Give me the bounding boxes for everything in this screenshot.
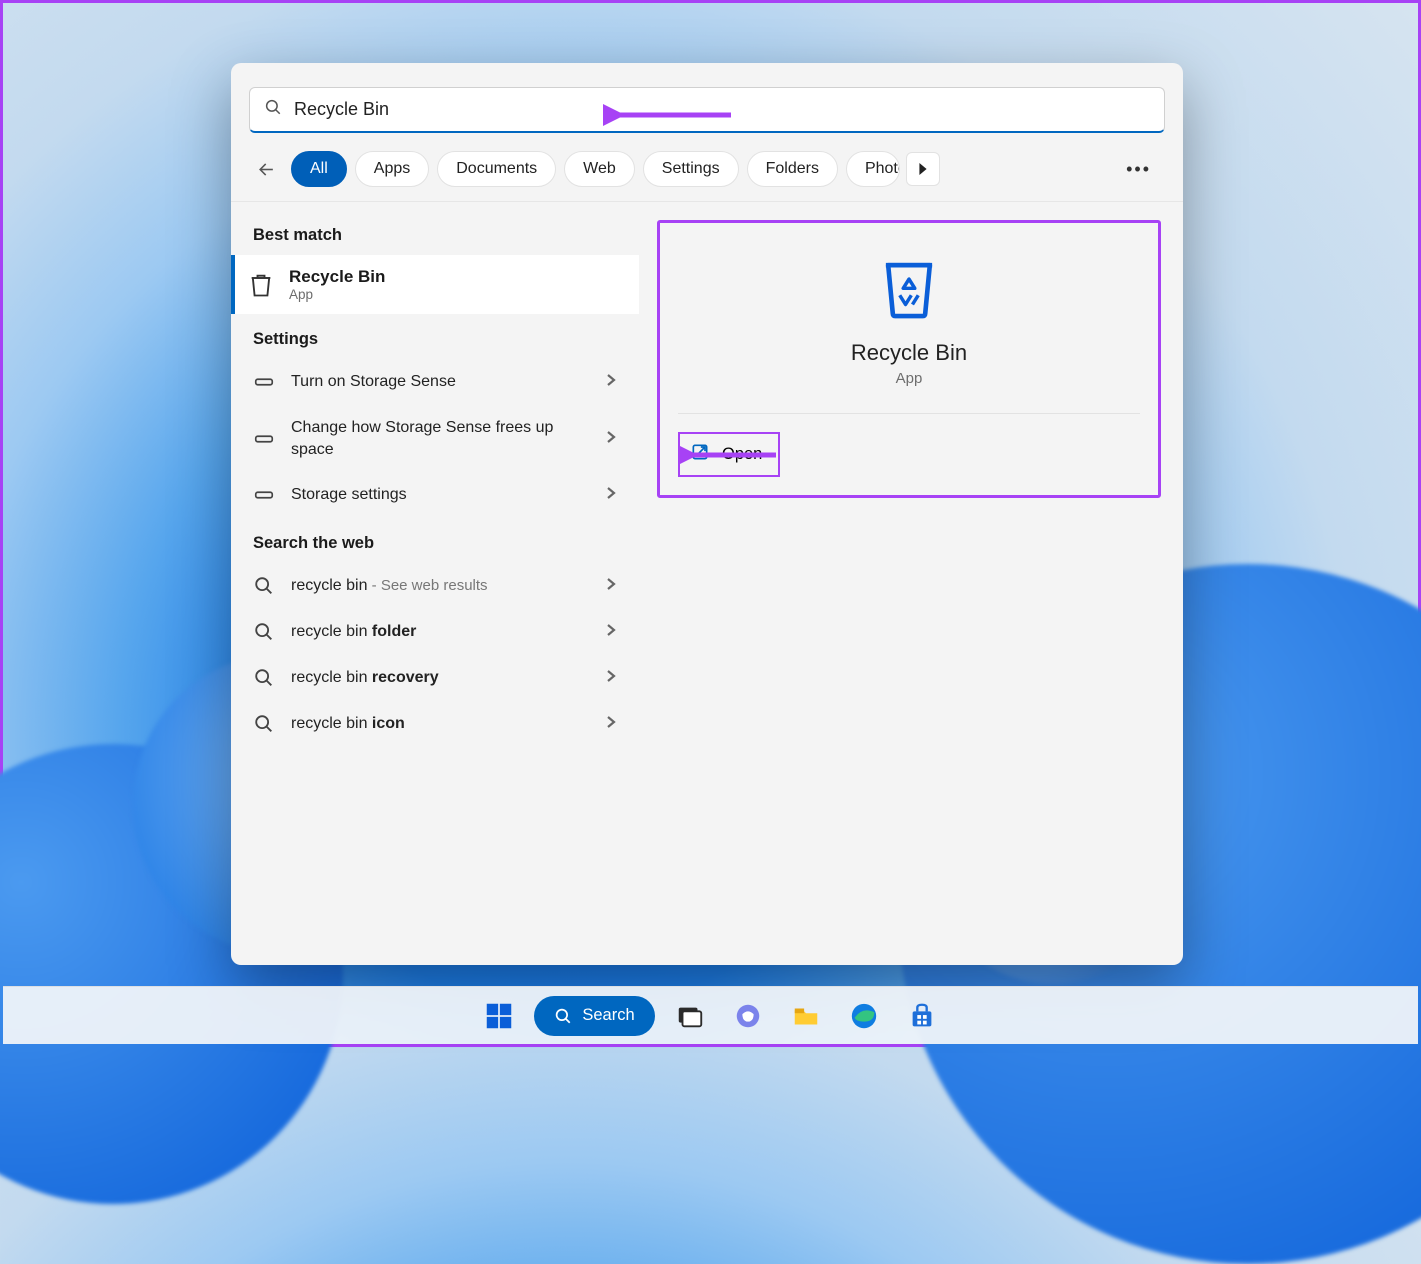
- settings-item-label: Turn on Storage Sense: [291, 371, 589, 393]
- taskbar-task-view[interactable]: [667, 993, 713, 1039]
- filter-chip-photos[interactable]: Photos: [846, 151, 900, 187]
- more-options-button[interactable]: •••: [1126, 159, 1151, 180]
- taskbar: Search: [3, 986, 1418, 1044]
- recycle-bin-icon: [872, 249, 946, 328]
- settings-item-storage-sense-on[interactable]: Turn on Storage Sense: [231, 359, 639, 405]
- storage-icon: [253, 371, 275, 393]
- web-result-label: recycle bin icon: [291, 713, 589, 735]
- search-bar[interactable]: [249, 87, 1165, 133]
- divider: [678, 413, 1140, 414]
- filter-chip-web[interactable]: Web: [564, 151, 635, 187]
- taskbar-file-explorer[interactable]: [783, 993, 829, 1039]
- filter-chip-folders[interactable]: Folders: [747, 151, 838, 187]
- best-match-result[interactable]: Recycle Bin App: [231, 255, 639, 314]
- chevron-right-icon: [605, 486, 617, 504]
- chevron-right-icon: [605, 577, 617, 595]
- filter-tabs: All Apps Documents Web Settings Folders …: [231, 133, 1183, 202]
- web-result-label: recycle bin folder: [291, 621, 589, 643]
- open-button[interactable]: Open: [678, 432, 780, 477]
- storage-icon: [253, 428, 275, 450]
- section-header-settings: Settings: [231, 314, 639, 359]
- storage-icon: [253, 484, 275, 506]
- search-icon: [253, 621, 275, 643]
- taskbar-search-button[interactable]: Search: [534, 996, 654, 1036]
- filter-chip-all[interactable]: All: [291, 151, 347, 187]
- details-title: Recycle Bin: [851, 340, 967, 366]
- web-result-recycle-bin[interactable]: recycle bin - See web results: [231, 563, 639, 609]
- taskbar-store[interactable]: [899, 993, 945, 1039]
- recycle-bin-icon: [247, 271, 275, 299]
- best-match-subtitle: App: [289, 287, 385, 302]
- web-result-recycle-bin-folder[interactable]: recycle bin folder: [231, 609, 639, 655]
- search-icon: [264, 98, 282, 121]
- filter-scroll-right[interactable]: [906, 152, 940, 186]
- web-result-recycle-bin-recovery[interactable]: recycle bin recovery: [231, 655, 639, 701]
- filter-chip-apps[interactable]: Apps: [355, 151, 429, 187]
- settings-item-storage-settings[interactable]: Storage settings: [231, 472, 639, 518]
- chevron-right-icon: [605, 715, 617, 733]
- search-icon: [253, 667, 275, 689]
- taskbar-edge[interactable]: [841, 993, 887, 1039]
- web-result-recycle-bin-icon[interactable]: recycle bin icon: [231, 701, 639, 747]
- settings-item-label: Change how Storage Sense frees up space: [291, 417, 589, 460]
- web-result-label: recycle bin recovery: [291, 667, 589, 689]
- chevron-right-icon: [605, 623, 617, 641]
- back-button[interactable]: [249, 152, 283, 186]
- best-match-title: Recycle Bin: [289, 267, 385, 287]
- open-external-icon: [690, 442, 710, 467]
- chevron-right-icon: [605, 669, 617, 687]
- search-input[interactable]: [294, 99, 1150, 120]
- start-search-window: All Apps Documents Web Settings Folders …: [231, 63, 1183, 965]
- chevron-right-icon: [605, 430, 617, 448]
- open-button-label: Open: [722, 445, 762, 464]
- taskbar-search-label: Search: [582, 1006, 634, 1025]
- filter-chip-documents[interactable]: Documents: [437, 151, 556, 187]
- taskbar-chat[interactable]: [725, 993, 771, 1039]
- settings-item-storage-sense-change[interactable]: Change how Storage Sense frees up space: [231, 405, 639, 472]
- filter-chip-settings[interactable]: Settings: [643, 151, 739, 187]
- search-icon: [253, 713, 275, 735]
- start-button[interactable]: [476, 993, 522, 1039]
- results-left-pane: Best match Recycle Bin App Settings Turn…: [231, 202, 639, 965]
- result-details-card: Recycle Bin App Open: [657, 220, 1161, 498]
- section-header-search-web: Search the web: [231, 518, 639, 563]
- section-header-best-match: Best match: [231, 210, 639, 255]
- results-right-pane: Recycle Bin App Open: [639, 202, 1183, 965]
- search-icon: [253, 575, 275, 597]
- settings-item-label: Storage settings: [291, 484, 589, 506]
- details-subtitle: App: [896, 370, 923, 387]
- web-result-label: recycle bin - See web results: [291, 575, 589, 597]
- chevron-right-icon: [605, 373, 617, 391]
